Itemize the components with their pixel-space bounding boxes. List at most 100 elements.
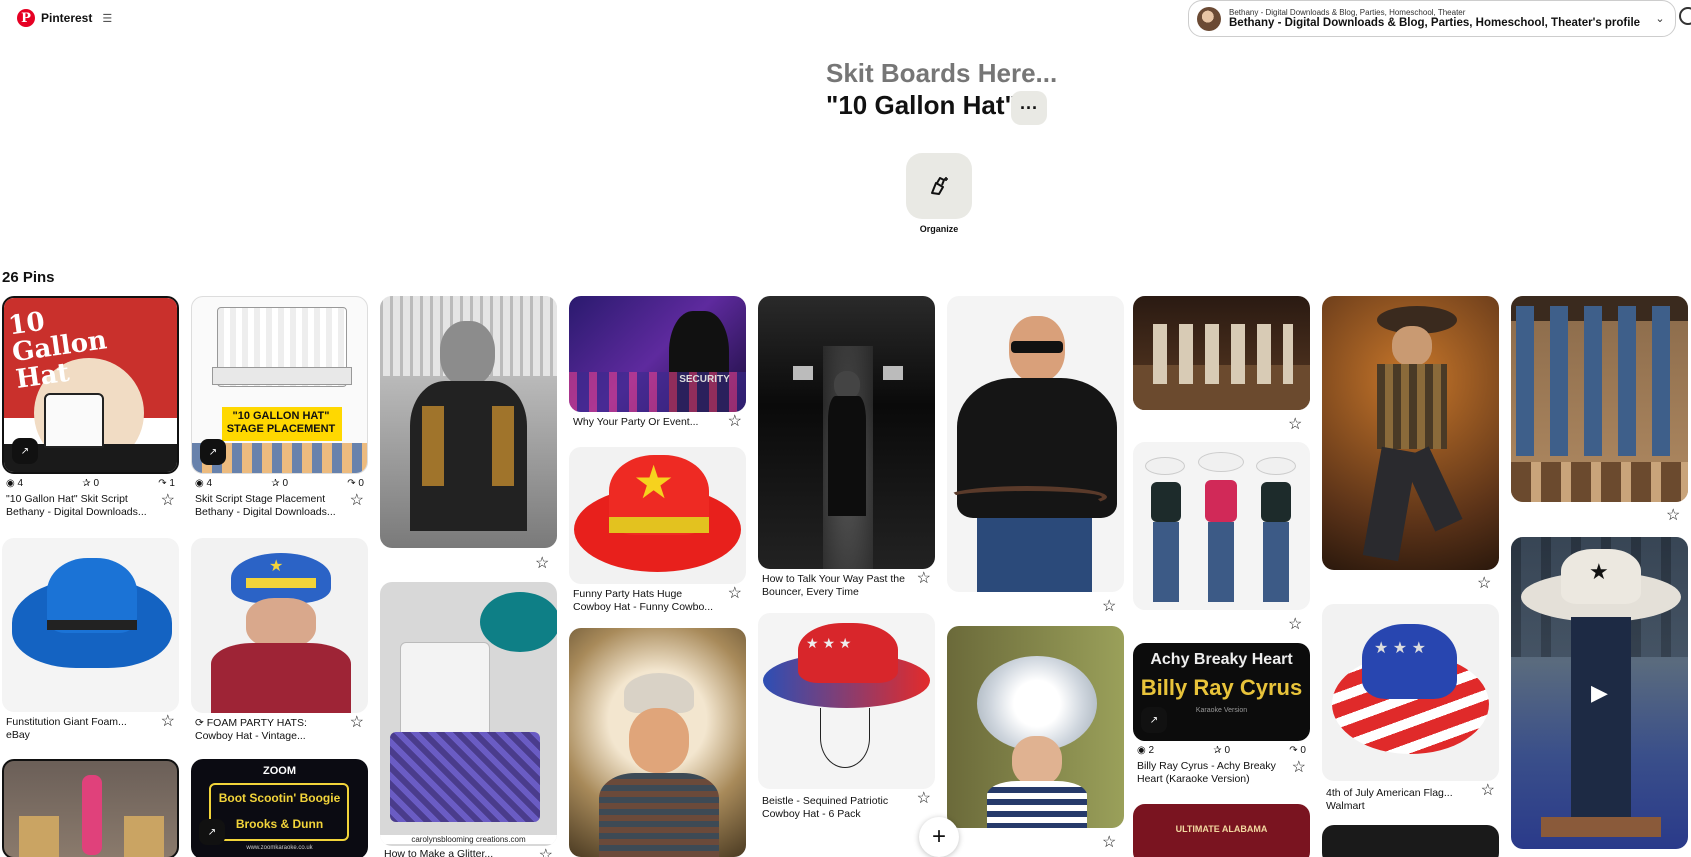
views-stat: ◉ 4 [6, 478, 23, 489]
pin-card[interactable] [569, 628, 746, 857]
pin-image[interactable] [1133, 296, 1310, 410]
pin-card[interactable]: ☆ [1322, 296, 1499, 592]
pin-image[interactable] [2, 538, 179, 712]
pin-image[interactable] [2, 759, 179, 857]
pin-card[interactable]: ★ Funny Party Hats Huge Cowboy Hat - Fun… [569, 447, 746, 614]
pin-title[interactable]: Skit Script Stage Placement [195, 493, 342, 506]
star-icon[interactable]: ☆ [728, 586, 742, 602]
pin-card[interactable]: How to Talk Your Way Past the Bouncer, E… [758, 296, 935, 599]
pin-card[interactable]: Funstitution Giant Foam... eBay ☆ [2, 538, 179, 742]
pin-image[interactable] [1322, 825, 1499, 857]
search-icon[interactable] [1679, 7, 1691, 25]
pin-title[interactable]: 4th of July American Flag... [1326, 787, 1473, 800]
star-icon[interactable]: ☆ [161, 493, 175, 509]
pin-image[interactable]: ★ [569, 447, 746, 584]
pin-title[interactable]: How to Talk Your Way Past the Bouncer, E… [762, 573, 909, 599]
star-icon[interactable]: ☆ [728, 414, 742, 430]
pin-image[interactable]: SECURITY [569, 296, 746, 412]
pin-image[interactable] [569, 628, 746, 857]
pin-card[interactable]: Achy Breaky Heart Billy Ray Cyrus Karaok… [1133, 643, 1310, 786]
pin-title[interactable]: Funny Party Hats Huge Cowboy Hat - Funny… [573, 588, 720, 614]
pin-title[interactable]: Funstitution Giant Foam... [6, 716, 153, 729]
pin-image[interactable]: "10 GALLON HAT" STAGE PLACEMENT ↗ [191, 296, 368, 474]
profile-switcher[interactable]: Bethany - Digital Downloads & Blog, Part… [1188, 0, 1676, 37]
more-options-button[interactable]: ··· [1011, 91, 1047, 125]
pin-image[interactable] [947, 626, 1124, 828]
pin-image[interactable]: ★ [191, 538, 368, 713]
clicks-count: 1 [169, 478, 175, 489]
pin-source[interactable]: Bethany - Digital Downloads... [195, 506, 342, 519]
pin-card[interactable]: ☆ [1511, 296, 1688, 524]
pin-image[interactable] [380, 296, 557, 548]
star-icon[interactable]: ☆ [1288, 414, 1302, 434]
hamburger-icon[interactable]: ☰ [102, 12, 112, 25]
pin-image[interactable] [1133, 442, 1310, 610]
saves-count: 0 [1224, 745, 1231, 756]
pin-image[interactable]: Achy Breaky Heart Billy Ray Cyrus Karaok… [1133, 643, 1310, 741]
pin-card[interactable]: ☆ [947, 296, 1124, 615]
pin-title[interactable]: "10 Gallon Hat" Skit Script [6, 493, 153, 506]
pin-card[interactable]: ZOOM Boot Scootin' Boogie Brooks & Dunn … [191, 759, 368, 857]
play-icon[interactable]: ▶ [1586, 679, 1614, 707]
pin-image[interactable]: ★ ★ ★ [758, 613, 935, 789]
views-count: 4 [206, 478, 213, 489]
pin-image[interactable]: ★ ★ ★ [1322, 604, 1499, 781]
pin-icon: ✰ [82, 478, 91, 489]
star-icon[interactable]: ☆ [1102, 596, 1116, 616]
star-icon[interactable]: ☆ [539, 848, 553, 857]
star-icon[interactable]: ☆ [1292, 760, 1306, 776]
pin-card[interactable]: carolynsblooming creations.com How to Ma… [380, 582, 557, 857]
pin-card[interactable]: 10 Gallon Hat ↗ ◉ 4 ✰ 0 ↷ 1 "10 Gallon H… [2, 296, 179, 519]
pin-title[interactable]: ⟳ FOAM PARTY HATS: Cowboy Hat - Vintage.… [195, 717, 342, 743]
pin-card[interactable]: ★ ★ ★ Beistle - Sequined Patriotic Cowbo… [758, 613, 935, 821]
pin-card[interactable]: ★ ★ ★ 4th of July American Flag... Walma… [1322, 604, 1499, 813]
star-icon[interactable]: ☆ [350, 493, 364, 509]
pin-image[interactable] [1322, 296, 1499, 570]
organize-button[interactable] [906, 153, 972, 219]
star-icon[interactable]: ☆ [535, 553, 549, 573]
star-icon[interactable]: ☆ [917, 571, 931, 587]
pinterest-logo[interactable]: P Pinterest ☰ [17, 9, 112, 27]
pin-stats: ◉ 4 ✰ 0 ↷ 0 [191, 474, 368, 491]
analytics-icon: ↗ [12, 438, 38, 464]
star-icon[interactable]: ☆ [917, 791, 931, 807]
pinterest-p-icon: P [17, 9, 35, 27]
star-icon[interactable]: ☆ [161, 714, 175, 730]
pin-title[interactable]: How to Make a Glitter... [384, 848, 531, 857]
pin-card[interactable]: SECURITY Why Your Party Or Event... ☆ [569, 296, 746, 430]
pin-card[interactable]: ☆ [1133, 296, 1310, 433]
star-icon[interactable]: ☆ [1477, 573, 1491, 593]
pin-card[interactable]: ★ ▶ [1511, 537, 1688, 849]
pin-card[interactable]: ☆ [947, 626, 1124, 851]
pin-image[interactable]: carolynsblooming creations.com [380, 582, 557, 846]
pin-card[interactable] [1322, 825, 1499, 857]
pin-card[interactable] [2, 759, 179, 857]
pin-title[interactable]: Beistle - Sequined Patriotic Cowboy Hat … [762, 795, 909, 821]
pin-card[interactable]: ☆ [1133, 442, 1310, 633]
pin-image-text: ZOOM [263, 765, 296, 777]
pin-title[interactable]: Why Your Party Or Event... [573, 416, 720, 429]
pin-source[interactable]: eBay [6, 729, 153, 742]
pin-image[interactable]: ZOOM Boot Scootin' Boogie Brooks & Dunn … [191, 759, 368, 857]
pin-source[interactable]: Walmart [1326, 800, 1473, 813]
pin-card[interactable]: ULTIMATE ALABAMA [1133, 804, 1310, 857]
star-icon[interactable]: ☆ [1102, 832, 1116, 852]
pin-card[interactable]: ☆ [380, 296, 557, 572]
pin-source[interactable]: Bethany - Digital Downloads... [6, 506, 153, 519]
star-icon[interactable]: ☆ [1666, 505, 1680, 525]
star-icon[interactable]: ☆ [1288, 614, 1302, 634]
pin-image[interactable] [947, 296, 1124, 592]
pin-image[interactable]: ULTIMATE ALABAMA [1133, 804, 1310, 857]
add-pin-button[interactable]: + [919, 817, 959, 857]
pin-image[interactable]: 10 Gallon Hat ↗ [2, 296, 179, 474]
pin-image[interactable] [758, 296, 935, 569]
pin-image[interactable] [1511, 296, 1688, 502]
board-section-title[interactable]: Skit Boards Here... [826, 58, 1057, 89]
pin-card[interactable]: "10 GALLON HAT" STAGE PLACEMENT ↗ ◉ 4 ✰ … [191, 296, 368, 519]
star-icon[interactable]: ☆ [350, 715, 364, 731]
star-icon[interactable]: ☆ [1481, 783, 1495, 799]
pin-title[interactable]: Billy Ray Cyrus - Achy Breaky Heart (Kar… [1137, 760, 1284, 786]
views-count: 2 [1148, 745, 1155, 756]
pin-image[interactable]: ★ ▶ [1511, 537, 1688, 849]
pin-card[interactable]: ★ ⟳ FOAM PARTY HATS: Cowboy Hat - Vintag… [191, 538, 368, 743]
